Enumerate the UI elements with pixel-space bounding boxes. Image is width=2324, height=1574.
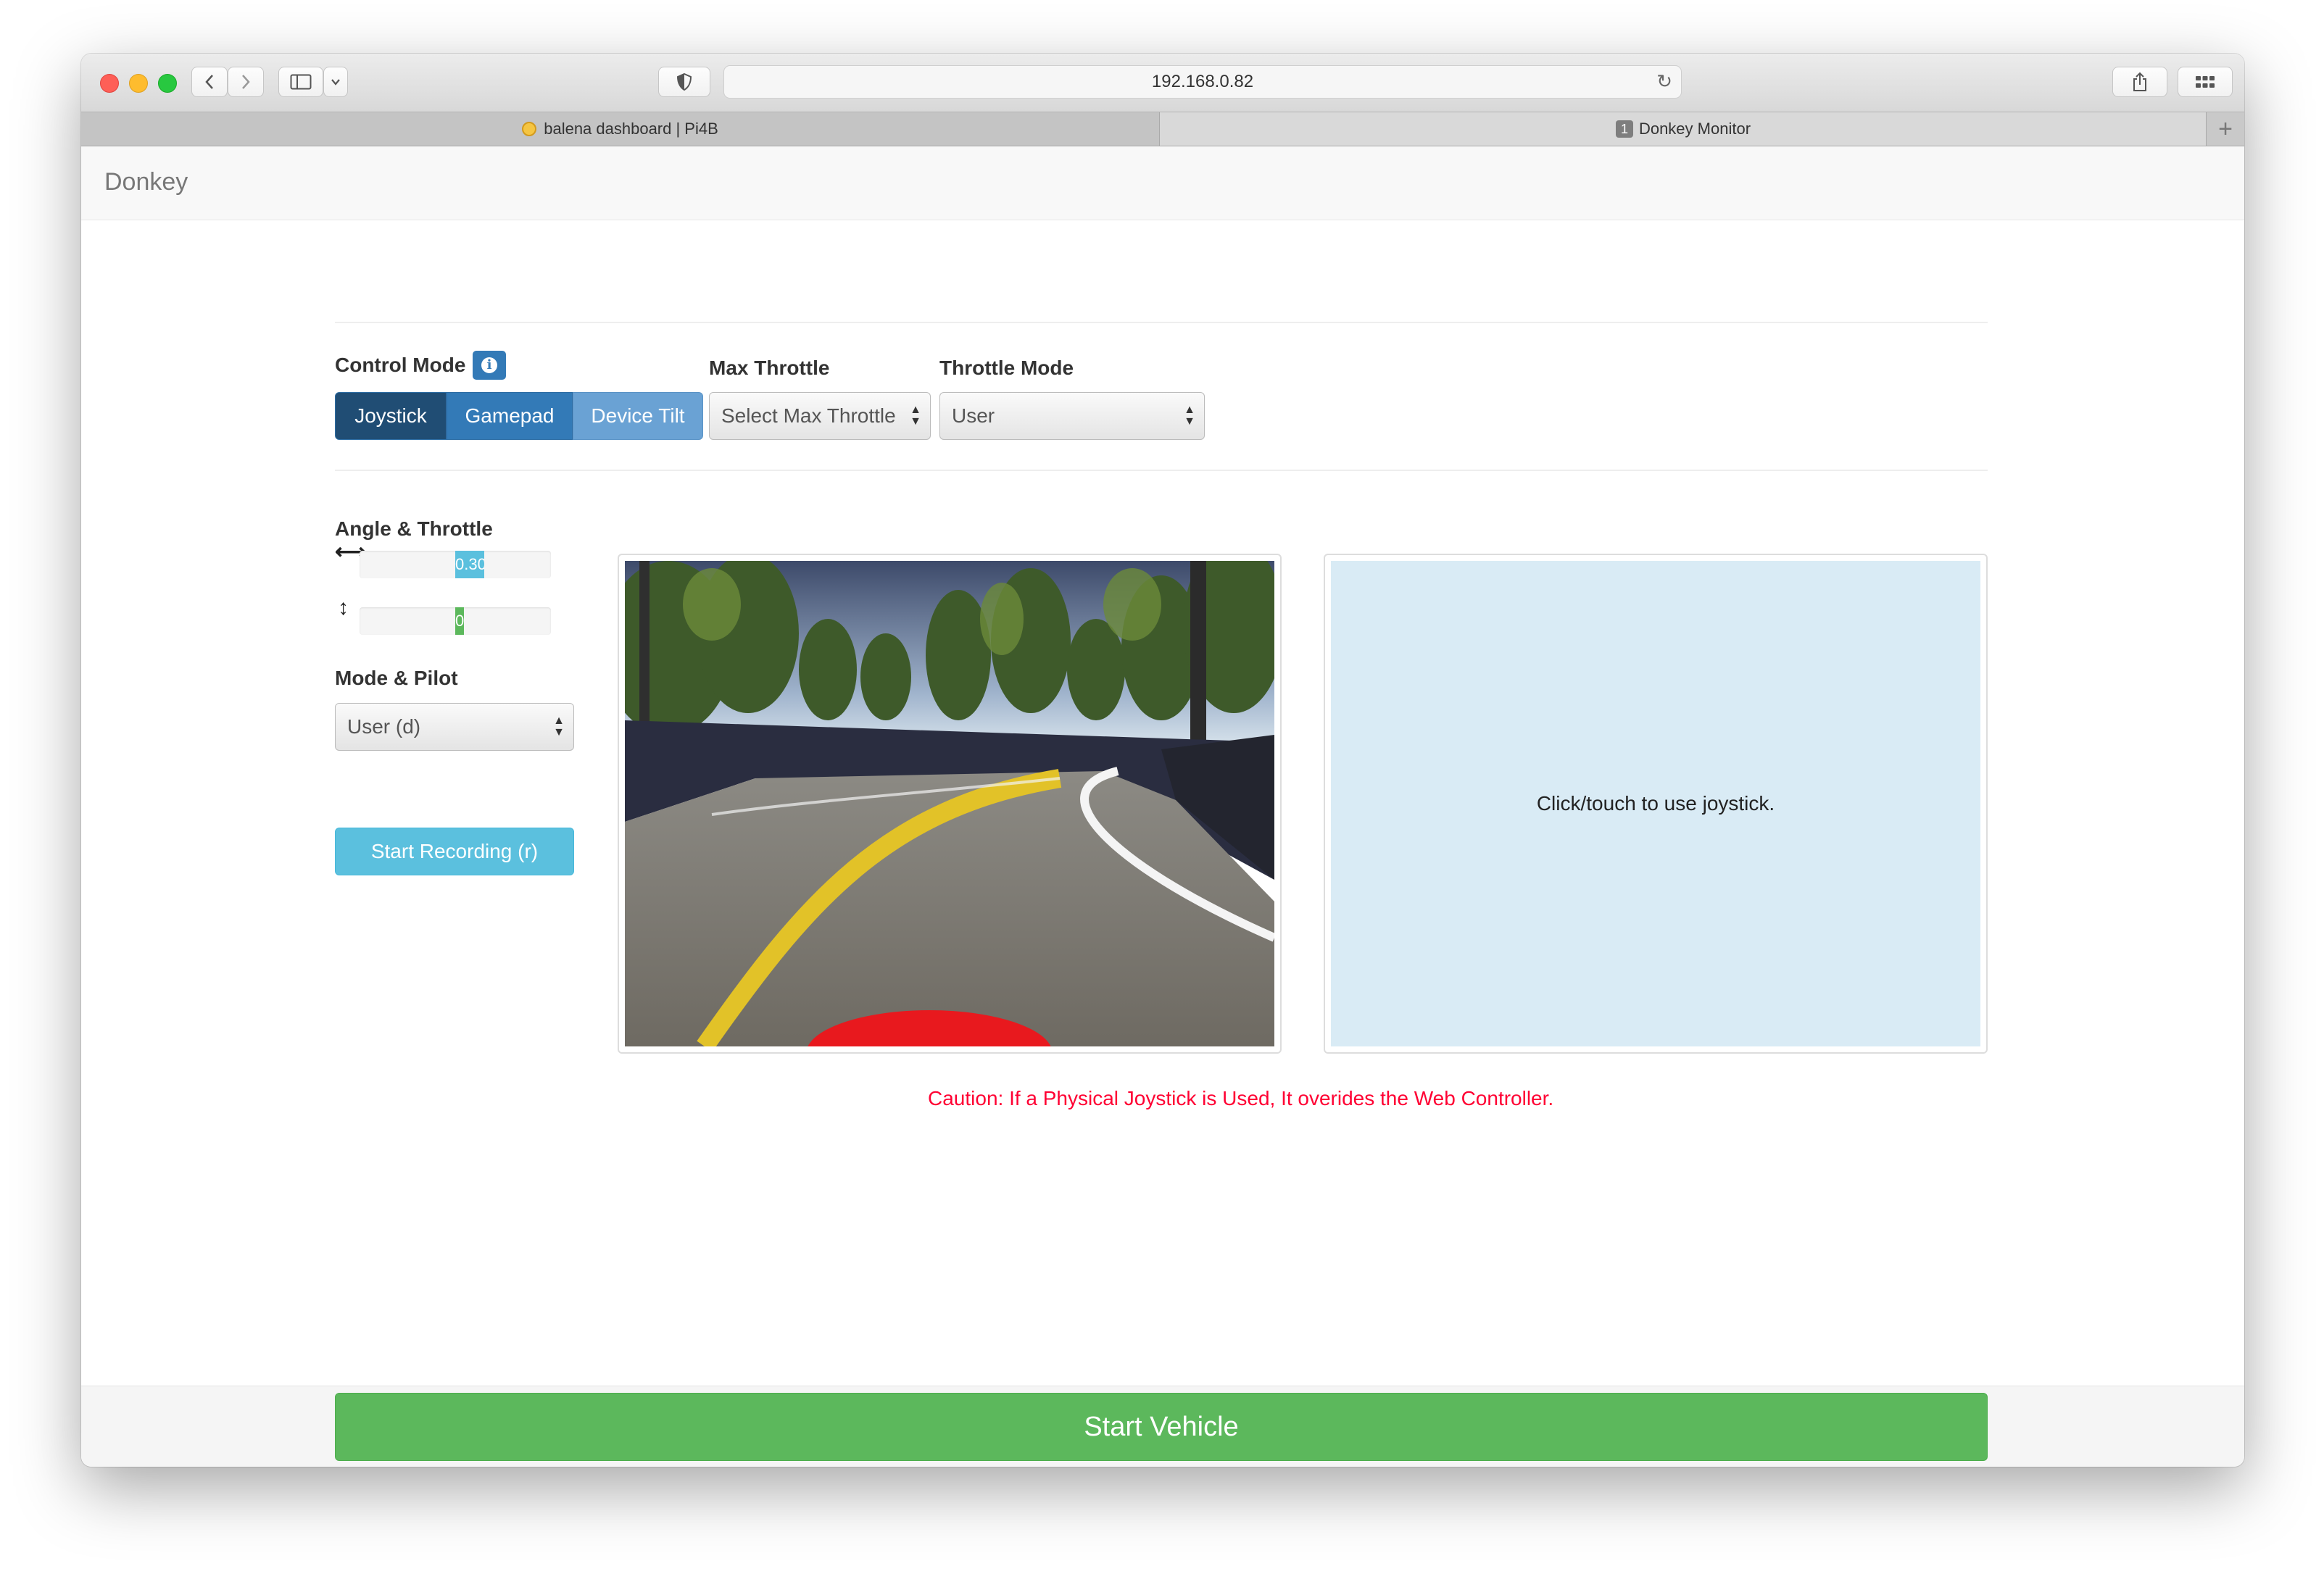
select-caret-icon: ▲ ▼ <box>553 715 565 738</box>
tab-label: balena dashboard | Pi4B <box>544 120 718 138</box>
chevron-left-icon <box>205 75 213 89</box>
reload-icon[interactable]: ↻ <box>1656 70 1672 93</box>
joystick-panel: Click/touch to use joystick. <box>1324 554 1988 1054</box>
share-button[interactable] <box>2112 67 2167 97</box>
camera-feed-image <box>625 561 1274 1046</box>
angle-bar: 0.30 <box>360 551 551 578</box>
balena-favicon-icon <box>522 122 537 136</box>
sidebar-icon <box>290 74 312 90</box>
divider <box>335 322 1988 323</box>
grid-icon <box>2196 76 2215 88</box>
throttle-value: 0.00 <box>455 612 464 630</box>
page-navbar: Donkey <box>81 146 2244 220</box>
tab-label: Donkey Monitor <box>1638 120 1751 138</box>
mode-pilot-heading: Mode & Pilot <box>335 667 458 689</box>
tab-overview-button[interactable] <box>2178 67 2233 97</box>
control-mode-label: Control Mode <box>335 354 466 376</box>
address-bar[interactable]: 192.168.0.82 ↻ <box>723 65 1682 99</box>
control-mode-group: Joystick Gamepad Device Tilt <box>335 392 703 440</box>
max-throttle-label: Max Throttle <box>709 357 830 379</box>
close-window-button[interactable] <box>100 74 119 93</box>
tab-menu-button[interactable] <box>323 67 348 97</box>
zoom-window-button[interactable] <box>158 74 177 93</box>
select-caret-icon: ▲ ▼ <box>1184 404 1195 428</box>
tab-balena-dashboard[interactable]: balena dashboard | Pi4B <box>81 112 1160 146</box>
forward-button[interactable] <box>228 67 264 97</box>
throttle-mode-select[interactable]: User ▲ ▼ <box>939 392 1205 440</box>
tab-badge: 1 <box>1615 120 1633 138</box>
select-caret-icon: ▲ ▼ <box>910 404 921 428</box>
start-vehicle-button[interactable]: Start Vehicle <box>335 1393 1988 1461</box>
sidebar-toggle-button[interactable] <box>278 67 323 97</box>
tab-donkey-monitor[interactable]: 1 Donkey Monitor <box>1160 112 2207 146</box>
start-recording-button[interactable]: Start Recording (r) <box>335 828 574 875</box>
throttle-bar: 0.00 <box>360 607 551 635</box>
privacy-report-button[interactable] <box>658 67 710 97</box>
angle-value: 0.30 <box>455 555 484 573</box>
throttle-mode-label: Throttle Mode <box>939 357 1074 379</box>
info-icon[interactable]: i <box>473 351 506 380</box>
divider <box>335 470 1988 471</box>
plus-icon: + <box>2218 114 2233 143</box>
share-icon <box>2133 72 2146 91</box>
vertical-arrows-icon: ↕ <box>338 596 349 620</box>
joystick-touch-area[interactable]: Click/touch to use joystick. <box>1331 561 1980 1046</box>
mode-pilot-value: User (d) <box>347 715 421 738</box>
throttle-bar-fill: 0.00 <box>455 607 464 635</box>
browser-toolbar: 192.168.0.82 ↻ <box>81 54 2244 112</box>
brand-link[interactable]: Donkey <box>104 168 188 196</box>
mode-pilot-select[interactable]: User (d) ▲ ▼ <box>335 703 574 751</box>
angle-throttle-heading: Angle & Throttle <box>335 517 493 540</box>
chevron-down-icon <box>331 79 340 86</box>
max-throttle-select[interactable]: Select Max Throttle ▲ ▼ <box>709 392 931 440</box>
max-throttle-value: Select Max Throttle <box>721 404 896 427</box>
camera-thumbnail <box>618 554 1282 1054</box>
browser-window: 192.168.0.82 ↻ balena dashboard | Pi4B 1… <box>81 54 2244 1467</box>
back-button[interactable] <box>191 67 228 97</box>
caution-message: Caution: If a Physical Joystick is Used,… <box>928 1087 1554 1109</box>
control-mode-joystick-button[interactable]: Joystick <box>335 392 447 440</box>
shield-icon <box>677 73 692 91</box>
joystick-hint: Click/touch to use joystick. <box>1536 792 1775 815</box>
angle-bar-fill: 0.30 <box>455 551 484 578</box>
chevron-right-icon <box>242 75 250 89</box>
control-mode-device-tilt-button[interactable]: Device Tilt <box>573 392 703 440</box>
minimize-window-button[interactable] <box>129 74 148 93</box>
new-tab-button[interactable]: + <box>2206 112 2244 146</box>
control-mode-gamepad-button[interactable]: Gamepad <box>447 392 573 440</box>
throttle-mode-value: User <box>952 404 995 427</box>
url-text: 192.168.0.82 <box>1151 72 1254 91</box>
tab-bar: balena dashboard | Pi4B 1 Donkey Monitor… <box>81 112 2244 146</box>
